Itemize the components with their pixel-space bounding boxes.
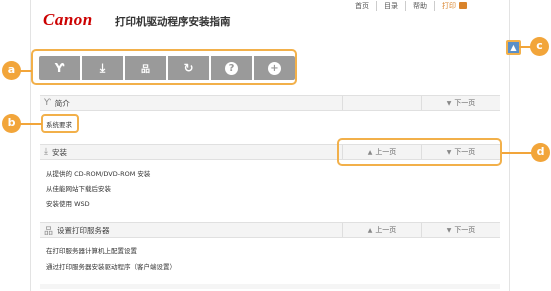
link-install-wsd[interactable]: 安装使用 WSD [46,198,90,208]
nav-contents[interactable]: 目录 [376,1,405,11]
next-page-link[interactable]: ▼ 下一页 [421,223,500,237]
section-title-text: 简介 [54,98,70,108]
section-header-print-server: 品 设置打印服务器 ▲ 上一页 ▼ 下一页 [40,222,500,238]
callout-b-line [18,123,42,125]
help-icon: ? [225,61,238,75]
toolbar-update-button[interactable]: ↻ [168,56,209,80]
callout-a: a [2,61,21,80]
section-header-intro: Ƴ 简介 ▼ 下一页 [40,95,500,111]
callout-c: c [530,37,549,56]
sprout-icon: Ƴ [54,61,65,75]
section-title-install[interactable]: ⤓ 安装 [40,147,342,158]
triangle-down-icon: ▼ [446,226,452,234]
toolbar-install-button[interactable]: ⤓ [82,56,123,80]
callout-d-line [502,152,532,154]
nav-help[interactable]: 帮助 [405,1,434,11]
section-title-text: 设置打印服务器 [57,225,110,235]
callout-b: b [2,114,21,133]
link-install-from-web[interactable]: 从佳能网站下载后安装 [46,183,111,193]
next-page-label: 下一页 [454,99,476,107]
nav-home[interactable]: 首页 [348,1,376,11]
triangle-down-icon: ▼ [446,99,452,107]
toolbar-intro-button[interactable]: Ƴ [39,56,80,80]
prev-page-cell [342,96,421,110]
toolbar-troubleshoot-button[interactable]: ? [211,56,252,80]
prev-page-label: 上一页 [375,226,397,234]
link-system-requirements[interactable]: 系统要求 [46,119,72,129]
callout-d: d [531,143,550,162]
nav-print[interactable]: 打印 [434,1,474,11]
top-navigation: 首页 目录 帮助 打印 [348,0,474,12]
canon-logo: Canon [43,10,93,29]
next-page-link[interactable]: ▼ 下一页 [421,96,500,110]
page-nav-highlight [337,138,502,166]
section-title-intro[interactable]: Ƴ 简介 [40,98,342,109]
link-install-via-server[interactable]: 通过打印服务器安装驱动程序（客户端设置） [46,261,176,271]
link-configure-server[interactable]: 在打印服务器计算机上配置设置 [46,245,137,255]
toolbar-print-server-button[interactable]: 品 [125,56,166,80]
sprout-icon: Ƴ [44,98,51,108]
section-title-text: 安装 [51,147,67,157]
network-icon: 品 [44,226,54,237]
link-install-from-disc[interactable]: 从提供的 CD-ROM/DVD-ROM 安装 [46,168,150,178]
printer-icon [459,2,467,9]
toolbar: Ƴ ⤓ 品 ↻ ? + [39,56,295,80]
network-icon: 品 [140,64,150,75]
triangle-up-icon: ▲ [367,226,373,234]
refresh-icon: ↻ [183,61,194,75]
prev-page-link[interactable]: ▲ 上一页 [342,223,421,237]
nav-print-label: 打印 [442,2,456,10]
download-icon: ⤓ [99,60,106,75]
plus-icon: + [268,61,281,75]
arrow-up-icon: ▲ [510,43,517,52]
section-title-print-server[interactable]: 品 设置打印服务器 [40,224,342,237]
download-icon: ⤓ [44,147,48,157]
toolbar-appendix-button[interactable]: + [254,56,295,80]
page-title: 打印机驱动程序安装指南 [115,16,231,28]
next-section-fade [40,284,500,289]
next-page-label: 下一页 [454,226,476,234]
